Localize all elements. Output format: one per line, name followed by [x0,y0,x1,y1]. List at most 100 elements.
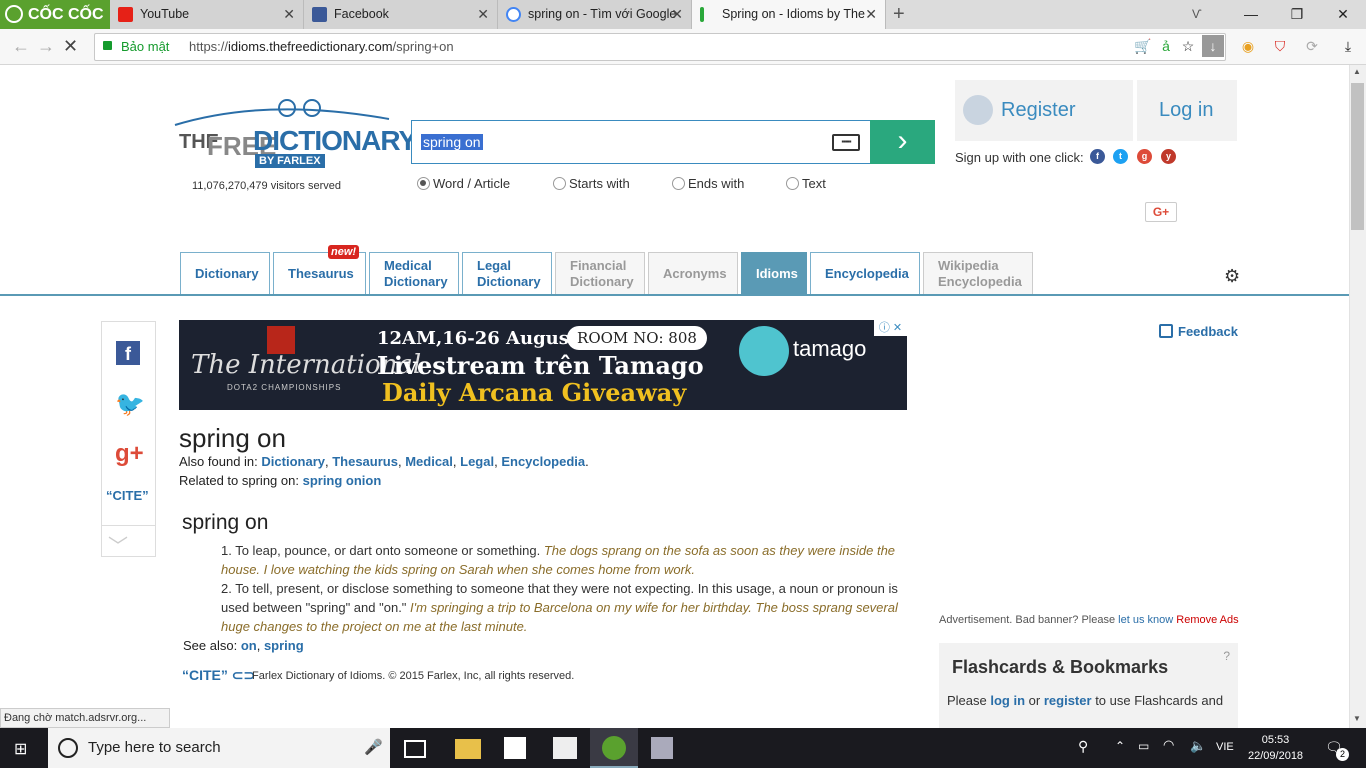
login-button[interactable]: Log in [1137,80,1237,141]
extension-icon[interactable]: ◉ [1240,38,1256,54]
battery-icon[interactable]: ▭ [1138,739,1149,753]
new-tab-icon[interactable]: + [893,3,905,26]
taskbar-search[interactable]: Type here to search 🎤 [48,728,390,768]
adblock-icon[interactable]: ⛉ [1272,38,1288,54]
clock[interactable]: 05:53 22/09/2018 [1248,732,1303,764]
tab-facebook[interactable]: Facebook ✕ [304,0,498,29]
radio-word-article[interactable]: Word / Article [417,176,510,191]
bookmark-star-icon[interactable]: ☆ [1180,38,1196,54]
tab-youtube[interactable]: YouTube ✕ [110,0,304,29]
facebook-signup-icon[interactable]: f [1090,149,1105,164]
tab-dictionary[interactable]: Dictionary [180,252,270,295]
forward-icon[interactable]: → [37,36,55,57]
close-tab-icon[interactable]: ✕ [865,0,877,29]
link-encyclopedia[interactable]: Encyclopedia [501,454,585,469]
chevron-up-icon[interactable]: ⌃ [1115,739,1125,753]
coccoc-taskbar-app[interactable] [590,728,638,768]
url-text[interactable]: https://idioms.thefreedictionary.com/spr… [189,39,454,54]
flash-register-link[interactable]: register [1044,693,1092,708]
sync-icon[interactable]: ⟳ [1304,38,1320,54]
link-spring[interactable]: spring [264,638,304,653]
cite-button[interactable]: “CITE” ⊂⊃ [182,667,255,684]
radio-text[interactable]: Text [786,176,826,191]
yahoo-signup-icon[interactable]: y [1161,149,1176,164]
ad-banner[interactable]: The International DOTA2 CHAMPIONSHIPS 12… [179,320,907,410]
radio-starts-with[interactable]: Starts with [553,176,630,191]
search-button[interactable]: › [870,120,935,164]
ad-choices-icon[interactable]: ⓘ ✕ [874,320,907,336]
tab-label: Wikipedia Encyclopedia [938,258,1022,290]
radio-ends-with[interactable]: Ends with [672,176,744,191]
google-signup-icon[interactable]: g [1137,149,1152,164]
link-on[interactable]: on [241,638,257,653]
scroll-down-icon[interactable]: ▼ [1353,714,1361,723]
scroll-up-icon[interactable]: ▲ [1353,67,1361,76]
app-icon[interactable] [553,737,577,759]
close-tab-icon[interactable]: ✕ [283,0,295,29]
link-legal[interactable]: Legal [460,454,494,469]
link-spring-onion[interactable]: spring onion [303,473,382,488]
register-button[interactable]: Register [955,80,1133,141]
cart-icon[interactable]: 🛒 [1134,38,1151,54]
entry-subhead: spring on [182,511,269,534]
flash-login-link[interactable]: log in [990,693,1025,708]
search-input[interactable]: spring on ▪▪▪▪▪ [411,120,871,164]
store-icon[interactable] [504,737,526,759]
tab-label: Acronyms [663,266,727,281]
volume-icon[interactable]: 🔈 [1190,738,1206,754]
address-bar[interactable]: Bảo mật https://idioms.thefreedictionary… [94,33,1226,61]
gear-icon[interactable]: ⚙ [1224,266,1240,287]
let-us-know-link[interactable]: let us know [1118,614,1173,626]
restore-icon[interactable]: ❐ [1274,0,1320,29]
close-window-icon[interactable]: ✕ [1320,0,1366,29]
tab-medical[interactable]: Medical Dictionary [369,252,459,295]
tab-wikipedia[interactable]: Wikipedia Encyclopedia [923,252,1033,295]
gplus-button[interactable]: G+ [1145,202,1177,222]
close-tab-icon[interactable]: ✕ [477,0,489,29]
profile-icon[interactable]: Ѵ [1192,7,1202,21]
tab-legal[interactable]: Legal Dictionary [462,252,552,295]
link-thesaurus[interactable]: Thesaurus [332,454,398,469]
tab-google[interactable]: spring on - Tìm với Google ✕ [498,0,692,29]
task-view-icon[interactable] [404,740,426,758]
file-explorer-icon[interactable] [455,739,481,759]
dictionary-icon[interactable]: ả [1158,38,1174,54]
cite-share-button[interactable]: “CITE” [106,488,149,503]
link-dictionary[interactable]: Dictionary [261,454,325,469]
microphone-icon[interactable]: 🎤 [364,738,383,756]
google-icon [506,7,521,22]
scrollbar-thumb[interactable] [1351,83,1364,230]
tab-idioms-site[interactable]: Idioms [741,252,807,295]
tab-financial[interactable]: Financial Dictionary [555,252,645,295]
definition-text: 1. To leap, pounce, or dart onto someone… [221,543,541,558]
feedback-link[interactable]: Feedback [1178,324,1238,339]
gplus-share-icon[interactable]: g+ [115,440,144,468]
notification-count: 2 [1336,748,1349,761]
stop-loading-icon[interactable]: ✕ [63,36,78,57]
language-indicator[interactable]: VIE [1216,741,1234,753]
site-logo[interactable]: THE FREE DICTIONARY BY FARLEX [167,97,417,172]
wifi-icon[interactable]: ◠ [1163,737,1174,753]
chevron-down-icon[interactable]: ﹀ [108,530,128,559]
tab-encyclopedia[interactable]: Encyclopedia [810,252,920,295]
coccoc-menu-button[interactable]: CỐC CỐC [0,0,110,29]
download-icon[interactable]: ↓ [1202,35,1224,57]
tool-app-icon[interactable] [651,737,673,759]
keyboard-icon[interactable]: ▪▪▪▪▪ [832,134,860,151]
windows-start-icon[interactable]: ⊞ [14,739,27,759]
people-icon[interactable]: ⚲ [1078,738,1088,755]
ad-tamago-text: tamago [793,336,867,361]
downloads-icon[interactable]: ⤓ [1340,38,1356,54]
back-icon[interactable]: ← [12,36,30,57]
advert-text: Advertisement. Bad banner? Please [939,614,1116,626]
tab-idioms[interactable]: Spring on - Idioms by The ✕ [692,0,886,29]
close-tab-icon[interactable]: ✕ [671,0,683,29]
twitter-share-icon[interactable]: 🐦 [115,390,145,419]
link-medical[interactable]: Medical [405,454,453,469]
help-icon[interactable]: ? [1223,649,1230,663]
twitter-signup-icon[interactable]: t [1113,149,1128,164]
remove-ads-link[interactable]: Remove Ads [1176,614,1238,626]
minimize-icon[interactable]: — [1228,0,1274,29]
tab-acronyms[interactable]: Acronyms [648,252,738,295]
facebook-share-icon[interactable]: f [116,341,140,365]
